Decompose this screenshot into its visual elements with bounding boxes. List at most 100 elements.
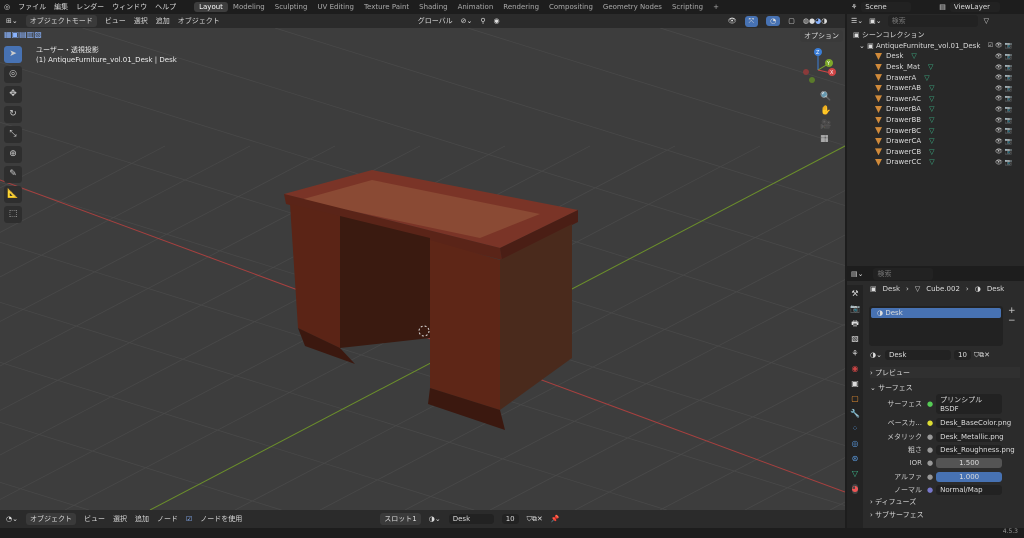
tab-layout[interactable]: Layout: [194, 2, 228, 12]
select-box-icon[interactable]: ➤: [4, 46, 22, 63]
menu-select[interactable]: 選択: [134, 16, 148, 26]
view-layer-selector[interactable]: ViewLayer: [949, 2, 1000, 12]
property-value[interactable]: プリンシプルBSDF: [936, 393, 1003, 414]
rotate-icon[interactable]: ↻: [4, 106, 22, 123]
pivot-icon[interactable]: ⊘⌄: [461, 17, 473, 25]
fake-user-icon[interactable]: ⛉⧉✕: [974, 351, 990, 360]
view-layer-icon[interactable]: ▤: [939, 3, 946, 11]
mesh-data-icon[interactable]: ▽: [929, 127, 934, 135]
constraints-tab-icon[interactable]: ⊛: [852, 454, 859, 464]
fake-user-icon[interactable]: ⛉⧉✕: [527, 515, 543, 524]
scene-collection[interactable]: ▣ シーンコレクション: [853, 30, 1018, 41]
mesh-data-icon[interactable]: ▽: [929, 148, 934, 156]
mesh-data-icon[interactable]: ▽: [928, 63, 933, 71]
orientation-dropdown[interactable]: グローバル: [418, 16, 453, 26]
render-tab-icon[interactable]: 📷: [850, 304, 860, 314]
pin-icon[interactable]: 📌: [551, 515, 560, 523]
gizmo-toggle-icon[interactable]: ⤧: [744, 15, 759, 27]
view-layer-tab-icon[interactable]: ▧: [851, 334, 859, 344]
scale-icon[interactable]: ⤡: [4, 126, 22, 143]
scene-tab-icon[interactable]: ⚘: [851, 349, 858, 359]
visibility-icons[interactable]: 👁 📷: [995, 127, 1012, 134]
tab-sculpting[interactable]: Sculpting: [270, 2, 313, 12]
menu-help[interactable]: ヘルプ: [155, 2, 176, 12]
material-browse-icon[interactable]: ◑⌄: [870, 351, 882, 359]
select-mode-icons[interactable]: ▦▣▤▥▧: [4, 30, 42, 39]
outliner-item[interactable]: DrawerCC ▽ 👁 📷: [853, 157, 1018, 168]
proportional-icon[interactable]: ◉: [494, 17, 500, 25]
editor-type-icon[interactable]: ⊞⌄: [6, 17, 18, 25]
overlay-toggle-icon[interactable]: ◔: [766, 16, 781, 26]
property-value[interactable]: Normal/Map: [936, 484, 1003, 495]
scene-icon[interactable]: ⚘: [851, 3, 857, 11]
visibility-icons[interactable]: 👁 📷: [995, 53, 1012, 60]
snap-icon[interactable]: ⚲: [480, 17, 485, 25]
shading-modes-icon[interactable]: ◍●◕◑: [803, 17, 827, 25]
menu-window[interactable]: ウィンドウ: [112, 2, 147, 12]
world-tab-icon[interactable]: ◉: [852, 364, 859, 374]
shader-type-dropdown[interactable]: オブジェクト: [25, 513, 76, 525]
transform-icon[interactable]: ⊕: [4, 146, 22, 163]
tab-uv-editing[interactable]: UV Editing: [312, 2, 359, 12]
visibility-icons[interactable]: ☑ 👁 📷: [988, 42, 1012, 49]
tab-rendering[interactable]: Rendering: [498, 2, 544, 12]
menu-select[interactable]: 選択: [113, 514, 127, 524]
tab-modeling[interactable]: Modeling: [228, 2, 270, 12]
outliner-item[interactable]: DrawerCA ▽ 👁 📷: [853, 136, 1018, 147]
menu-file[interactable]: ファイル: [18, 2, 46, 12]
visibility-icons[interactable]: 👁 📷: [995, 159, 1012, 166]
editor-type-icon[interactable]: ◔⌄: [6, 515, 18, 523]
visibility-icons[interactable]: 👁 📷: [995, 95, 1012, 102]
xray-icon[interactable]: ▢: [788, 17, 795, 25]
tab-shading[interactable]: Shading: [414, 2, 452, 12]
slot-dropdown[interactable]: スロット1: [380, 513, 421, 525]
tab-animation[interactable]: Animation: [453, 2, 499, 12]
pan-hand-icon[interactable]: ✋: [820, 106, 831, 116]
menu-object[interactable]: オブジェクト: [178, 16, 220, 26]
mode-dropdown[interactable]: オブジェクトモード: [25, 15, 97, 27]
visibility-icons[interactable]: 👁 📷: [995, 106, 1012, 113]
mesh-data-icon[interactable]: ▽: [911, 52, 916, 60]
menu-render[interactable]: レンダー: [76, 2, 104, 12]
visibility-icons[interactable]: 👁 📷: [995, 138, 1012, 145]
menu-add[interactable]: 追加: [156, 16, 170, 26]
visibility-icon[interactable]: 👁: [728, 17, 737, 25]
add-cube-icon[interactable]: ⬚: [4, 206, 22, 223]
tool-tab-icon[interactable]: ⚒: [851, 289, 858, 299]
funnel-icon[interactable]: ▽: [984, 17, 989, 25]
cursor-icon[interactable]: ◎: [4, 66, 22, 83]
annotate-icon[interactable]: ✎: [4, 166, 22, 183]
outliner-item[interactable]: Desk ▽ 👁 📷: [853, 51, 1018, 62]
mesh-data-icon[interactable]: ▽: [929, 116, 934, 124]
property-value[interactable]: Desk_Roughness.png: [936, 444, 1015, 455]
camera-icon[interactable]: 🎥: [820, 120, 831, 130]
outliner-item[interactable]: DrawerAB ▽ 👁 📷: [853, 83, 1018, 94]
mesh-data-icon[interactable]: ▽: [929, 95, 934, 103]
visibility-icons[interactable]: 👁 📷: [995, 117, 1012, 124]
menu-node[interactable]: ノード: [157, 514, 178, 524]
add-workspace-button[interactable]: +: [708, 2, 724, 12]
visibility-icons[interactable]: 👁 📷: [995, 74, 1012, 81]
material-icon[interactable]: ◑⌄: [429, 515, 441, 523]
visibility-icons[interactable]: 👁 📷: [995, 85, 1012, 92]
display-mode-icon[interactable]: ☰⌄: [851, 17, 863, 25]
property-value[interactable]: 1.500: [936, 457, 1003, 468]
tab-geometry-nodes[interactable]: Geometry Nodes: [598, 2, 667, 12]
blender-logo-icon[interactable]: ◎: [4, 3, 10, 11]
slot-add-remove[interactable]: + −: [1008, 306, 1016, 326]
mesh-data-icon[interactable]: ▽: [929, 158, 934, 166]
collection-tab-icon[interactable]: ▣: [851, 379, 859, 389]
outliner-item[interactable]: DrawerBC ▽ 👁 📷: [853, 125, 1018, 136]
zoom-icon[interactable]: 🔍: [820, 92, 831, 102]
visibility-icons[interactable]: 👁 📷: [995, 64, 1012, 71]
property-value[interactable]: Desk_Metallic.png: [936, 431, 1004, 442]
outliner-item[interactable]: DrawerAC ▽ 👁 📷: [853, 94, 1018, 105]
outliner-search[interactable]: 検索: [887, 15, 978, 27]
outliner-item[interactable]: DrawerBA ▽ 👁 📷: [853, 104, 1018, 115]
filter-icon[interactable]: ▣⌄: [869, 17, 881, 25]
object-tab-icon[interactable]: ▢: [851, 394, 859, 404]
use-nodes-checkbox[interactable]: ☑: [186, 515, 192, 523]
menu-view[interactable]: ビュー: [84, 514, 105, 524]
visibility-icons[interactable]: 👁 📷: [995, 148, 1012, 155]
options-dropdown[interactable]: オプション: [800, 30, 843, 42]
